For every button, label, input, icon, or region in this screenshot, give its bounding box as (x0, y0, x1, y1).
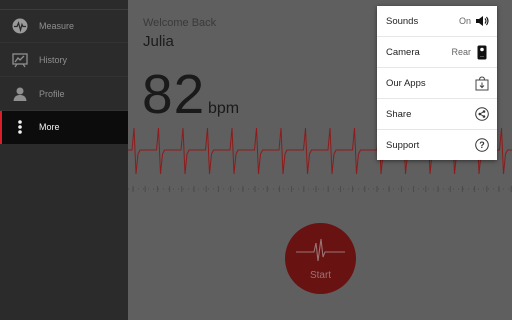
menu-item-label: Share (386, 109, 412, 120)
chart-icon (12, 52, 28, 68)
start-label: Start (309, 270, 332, 281)
more-vertical-icon (12, 119, 28, 135)
bpm-value: 82 (142, 63, 206, 125)
camera-value: Rear (451, 47, 471, 57)
menu-item-label: Our Apps (386, 78, 426, 89)
menu-item-label: Sounds (386, 16, 419, 27)
sidebar-item-profile[interactable]: Profile (0, 78, 128, 111)
menu-item-label: Camera (386, 47, 420, 58)
sounds-value: On (458, 16, 471, 26)
menu-item-share[interactable]: Share (377, 99, 497, 130)
sidebar-item-label: Measure (39, 21, 75, 31)
menu-item-camera[interactable]: Camera Rear (377, 37, 497, 68)
share-icon (474, 106, 490, 122)
username: Julia (143, 33, 174, 50)
menu-item-sounds[interactable]: Sounds On (377, 6, 497, 37)
start-button[interactable]: Start (285, 223, 356, 294)
more-menu: Sounds On Camera Rear Our Apps Share Sup… (377, 6, 497, 160)
app-store-icon (474, 75, 490, 91)
menu-item-label: Support (386, 140, 420, 151)
divider (0, 42, 128, 43)
bpm-unit: bpm (208, 100, 240, 117)
help-icon: ? (474, 137, 490, 153)
person-icon (12, 86, 28, 102)
divider (0, 76, 128, 77)
speaker-icon (474, 13, 490, 29)
phone-camera-icon (474, 44, 490, 60)
menu-item-our-apps[interactable]: Our Apps (377, 68, 497, 99)
sidebar-item-history[interactable]: History (0, 44, 128, 77)
svg-text:?: ? (479, 140, 485, 150)
sidebar-item-label: More (39, 122, 60, 132)
menu-item-support[interactable]: Support ? (377, 130, 497, 161)
sidebar-item-label: History (39, 55, 68, 65)
welcome-text: Welcome Back (143, 17, 217, 29)
heartbeat-icon (12, 18, 28, 34)
sidebar-item-measure[interactable]: Measure (0, 10, 128, 43)
pulse-icon (296, 238, 345, 262)
sidebar: Measure History Profile More (0, 0, 128, 320)
sidebar-item-more[interactable]: More (0, 111, 128, 144)
sidebar-item-label: Profile (39, 89, 65, 99)
